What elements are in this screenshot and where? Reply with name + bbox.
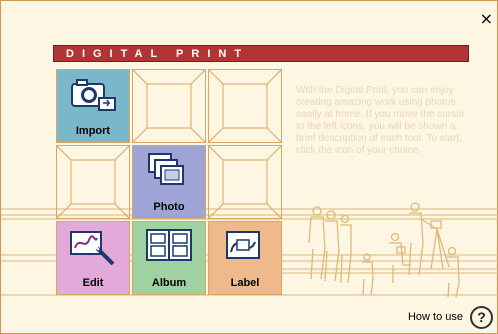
photo-label: Photo xyxy=(153,201,185,213)
how-to-use-button[interactable]: How to use ? xyxy=(407,305,493,329)
album-book-icon xyxy=(146,229,192,261)
description-text: With the Digital Print, you can enjoy cr… xyxy=(296,85,465,156)
photo-tool[interactable]: Photo xyxy=(132,145,206,219)
edit-pen-icon xyxy=(70,231,115,266)
edit-label: Edit xyxy=(82,277,104,289)
empty-frame xyxy=(56,145,130,219)
camera-import-icon xyxy=(71,79,116,111)
tool-grid: Import Photo Edit Album Label xyxy=(56,69,282,295)
label-tool[interactable]: Label xyxy=(208,221,282,295)
people-illustration xyxy=(308,202,460,298)
empty-frame xyxy=(132,69,206,143)
help-icon[interactable]: ? xyxy=(470,305,493,329)
edit-tool[interactable]: Edit xyxy=(56,221,130,295)
close-button[interactable]: × xyxy=(480,11,493,27)
album-tool[interactable]: Album xyxy=(132,221,206,295)
album-label: Album xyxy=(151,277,187,289)
import-tool[interactable]: Import xyxy=(56,69,130,143)
empty-frame xyxy=(208,145,282,219)
how-to-use-label: How to use xyxy=(407,311,463,323)
page-title: DIGITAL PRINT xyxy=(53,45,469,62)
app-window: × DIGITAL PRINT With the Digital Print, … xyxy=(0,0,498,334)
label-disc-icon xyxy=(226,231,260,259)
empty-frame xyxy=(208,69,282,143)
photo-stack-icon xyxy=(148,153,184,185)
label-label: Label xyxy=(230,277,260,289)
import-label: Import xyxy=(75,125,111,137)
